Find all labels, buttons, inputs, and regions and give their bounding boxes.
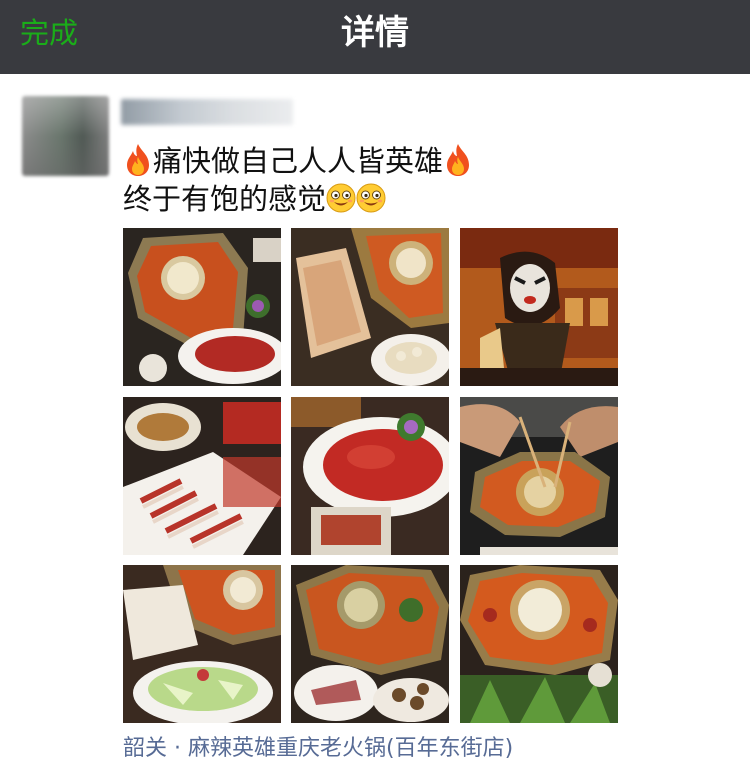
post-text-2: 终于有饱的感觉 (123, 182, 327, 216)
photo-hotpot-greens[interactable] (123, 565, 281, 723)
location-link[interactable]: 韶关 · 麻辣英雄重庆老火锅(百年东街店) (123, 735, 513, 763)
smiling-face-icon (356, 183, 386, 213)
photo-tofu-skin-hotpot[interactable] (291, 228, 449, 386)
photo-diners-hotpot[interactable] (460, 397, 618, 555)
photo-marinated-beef[interactable] (291, 397, 449, 555)
fire-icon (443, 143, 473, 177)
avatar[interactable] (22, 96, 109, 176)
post-text-1: 痛快做自己人人皆英雄 (153, 144, 444, 178)
smiling-face-icon (326, 183, 356, 213)
page-title: 详情 (341, 13, 409, 53)
photo-hotpot-vegetables[interactable] (460, 565, 618, 723)
photo-hotpot-fish[interactable] (291, 565, 449, 723)
photo-opera-mask-mural[interactable] (460, 228, 618, 386)
fire-icon (123, 143, 153, 177)
blurred-nickname[interactable] (121, 99, 293, 125)
post-text-line-1: 痛快做自己人人皆英雄 (123, 143, 473, 179)
top-nav-bar: 完成 详情 (0, 0, 750, 74)
photo-sliced-meat-plates[interactable] (123, 397, 281, 555)
photo-hotpot-meat-plate[interactable] (123, 228, 281, 386)
post-text-line-2: 终于有饱的感觉 (123, 181, 386, 217)
